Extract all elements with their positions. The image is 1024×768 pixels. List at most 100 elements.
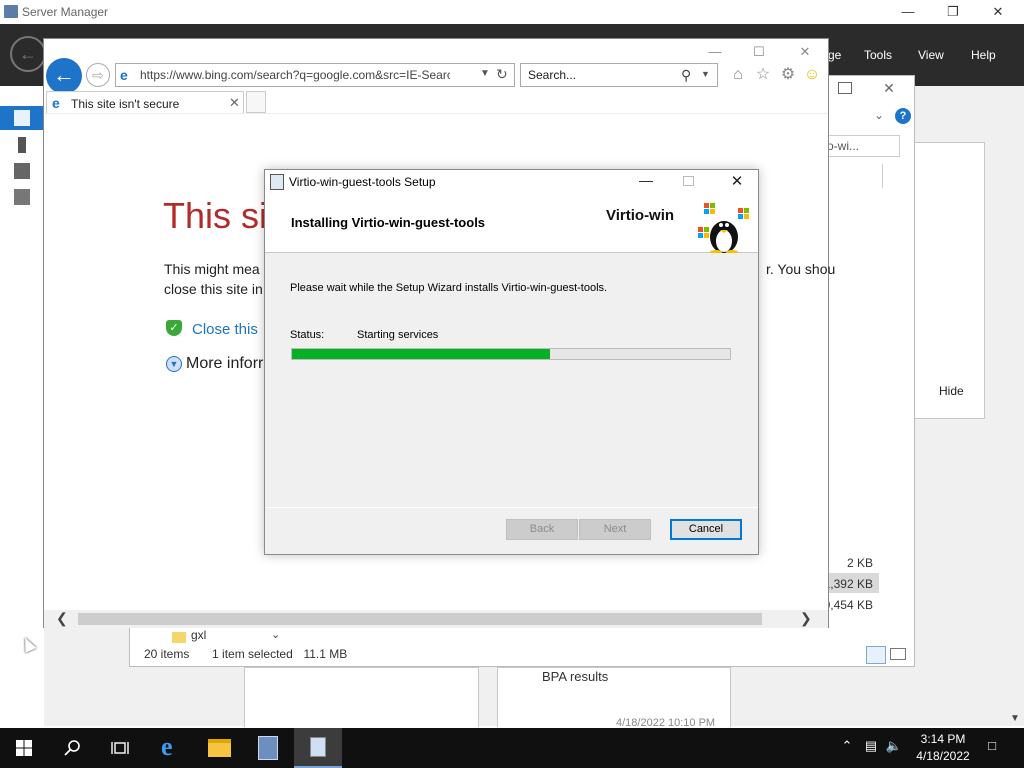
sidebar-item-local-server[interactable]: [0, 133, 44, 157]
ie-search-input[interactable]: Search...: [528, 68, 576, 82]
clock-date[interactable]: 4/18/2022: [908, 749, 978, 763]
ie-scrollbar-thumb[interactable]: [78, 613, 762, 625]
shield-check-icon: ✓: [166, 320, 182, 336]
file-services-icon: [14, 189, 30, 205]
tab-label: This site isn't secure: [71, 97, 180, 111]
taskbar-setup[interactable]: [294, 728, 342, 768]
warning-heading: This sit: [163, 195, 278, 236]
network-icon[interactable]: ▤: [862, 738, 880, 756]
action-center-icon[interactable]: □: [982, 738, 1002, 756]
scroll-down-arrow-icon[interactable]: ▼: [1010, 713, 1020, 724]
ie-minimize-button[interactable]: —: [704, 42, 726, 62]
bpa-results-label[interactable]: BPA results: [542, 669, 608, 684]
address-dropdown-icon[interactable]: ▼: [480, 68, 490, 79]
sidebar-item-all-servers[interactable]: [0, 159, 44, 183]
sm-close-button[interactable]: ✕: [987, 2, 1009, 22]
start-button[interactable]: [0, 728, 48, 768]
favorites-star-icon[interactable]: ☆: [752, 64, 774, 86]
details-view-icon[interactable]: [866, 646, 886, 664]
cancel-button[interactable]: Cancel: [670, 519, 742, 540]
tux-penguin-logo-icon: [698, 203, 749, 253]
explorer-maximize-button[interactable]: [838, 82, 852, 94]
search-icon[interactable]: ⚲: [681, 67, 691, 84]
search-dropdown-icon[interactable]: ▼: [701, 69, 710, 79]
size-cell: 1,392 KB: [823, 577, 873, 591]
taskbar-server-manager[interactable]: [244, 728, 292, 768]
bpa-tile-left: [244, 667, 479, 727]
server-manager-icon: [258, 736, 278, 760]
selection-count: 1 item selected: [212, 647, 293, 661]
chevron-down-icon[interactable]: ⌄: [874, 108, 884, 122]
address-url[interactable]: https://www.bing.com/search?q=google.com…: [140, 68, 450, 82]
sm-maximize-button[interactable]: ❐: [942, 2, 964, 22]
installer-icon: [310, 737, 326, 757]
setup-title: Virtio-win-guest-tools Setup: [289, 175, 436, 189]
server-manager-title: Server Manager: [22, 5, 109, 19]
menu-help[interactable]: Help: [971, 48, 996, 62]
sidebar-item-file-services[interactable]: [0, 185, 44, 209]
address-bar[interactable]: e https://www.bing.com/search?q=google.c…: [115, 63, 515, 87]
show-hidden-icons-chevron-icon[interactable]: ⌃: [838, 738, 856, 756]
warning-text-line1-end: r. You shou: [766, 261, 836, 277]
setup-maximize-button: [683, 176, 694, 186]
setup-button-separator: [265, 507, 758, 508]
sidebar-item-dashboard[interactable]: [0, 106, 44, 130]
search-icon: [64, 740, 80, 756]
ie-maximize-button[interactable]: ☐: [748, 42, 770, 62]
server-icon: [18, 137, 26, 153]
hide-link[interactable]: Hide: [939, 384, 964, 398]
welcome-side-panel: [914, 142, 985, 419]
feedback-smiley-icon[interactable]: ☺: [801, 64, 823, 86]
sm-minimize-button[interactable]: —: [897, 2, 919, 22]
scroll-right-arrow-icon[interactable]: ❯: [800, 610, 812, 627]
ie-forward-button[interactable]: ⇨: [86, 63, 110, 87]
windows-logo-icon: [16, 740, 32, 756]
brand-label: Virtio-win: [606, 207, 675, 224]
progress-fill: [292, 349, 550, 359]
folder-icon: [208, 739, 231, 757]
internet-explorer-icon: e: [161, 732, 173, 761]
size-cell: 2 KB: [846, 556, 873, 570]
explorer-close-button[interactable]: ✕: [879, 80, 899, 98]
column-divider: [882, 164, 883, 188]
server-manager-titlebar: [0, 0, 1024, 24]
task-view-button[interactable]: [96, 728, 144, 768]
taskbar-internet-explorer[interactable]: e: [148, 728, 196, 768]
warning-text-line2: close this site in: [164, 281, 263, 297]
setup-minimize-button[interactable]: —: [636, 172, 656, 190]
next-button[interactable]: Next: [579, 519, 651, 540]
search-taskbar-button[interactable]: [48, 728, 96, 768]
tab-close-icon[interactable]: ✕: [229, 95, 240, 111]
settings-gear-icon[interactable]: ⚙: [777, 64, 799, 86]
status-value: Starting services: [357, 329, 439, 341]
tab-site-not-secure[interactable]: e This site isn't secure ✕: [46, 91, 244, 114]
expand-chevron-icon[interactable]: ▼: [166, 356, 182, 372]
selection-size: 11.1 MB: [303, 647, 348, 661]
item-count: 20 items: [144, 647, 190, 661]
clock-time[interactable]: 3:14 PM: [908, 732, 978, 746]
large-icons-view-icon[interactable]: [890, 648, 906, 660]
volume-muted-icon[interactable]: 🔈: [885, 738, 903, 756]
back-button[interactable]: Back: [506, 519, 578, 540]
menu-view[interactable]: View: [918, 48, 944, 62]
scroll-left-arrow-icon[interactable]: ❮: [56, 610, 68, 627]
menu-manage[interactable]: ge: [828, 48, 841, 62]
new-tab-button[interactable]: [246, 91, 266, 113]
ie-back-button[interactable]: ←: [46, 58, 82, 94]
servers-icon: [14, 163, 30, 179]
sm-back-arrow-icon[interactable]: ←: [10, 36, 46, 72]
size-cell: 0,454 KB: [823, 598, 873, 612]
taskbar-file-explorer[interactable]: [196, 728, 244, 768]
ie-logo-icon: e: [120, 67, 128, 83]
close-this-site-link[interactable]: Close this: [192, 321, 258, 338]
ie-search-box[interactable]: Search... ⚲ ▼: [520, 63, 718, 87]
more-information-link[interactable]: More inforr: [186, 355, 263, 373]
menu-tools[interactable]: Tools: [864, 48, 892, 62]
help-icon[interactable]: ?: [895, 108, 911, 124]
chevron-down-icon[interactable]: ⌄: [271, 628, 280, 641]
ie-close-button[interactable]: ✕: [794, 42, 816, 62]
folder-row-gxl[interactable]: gxl: [191, 628, 206, 642]
setup-close-button[interactable]: ✕: [727, 172, 747, 190]
refresh-icon[interactable]: ↻: [496, 66, 508, 83]
home-icon[interactable]: ⌂: [727, 64, 749, 86]
